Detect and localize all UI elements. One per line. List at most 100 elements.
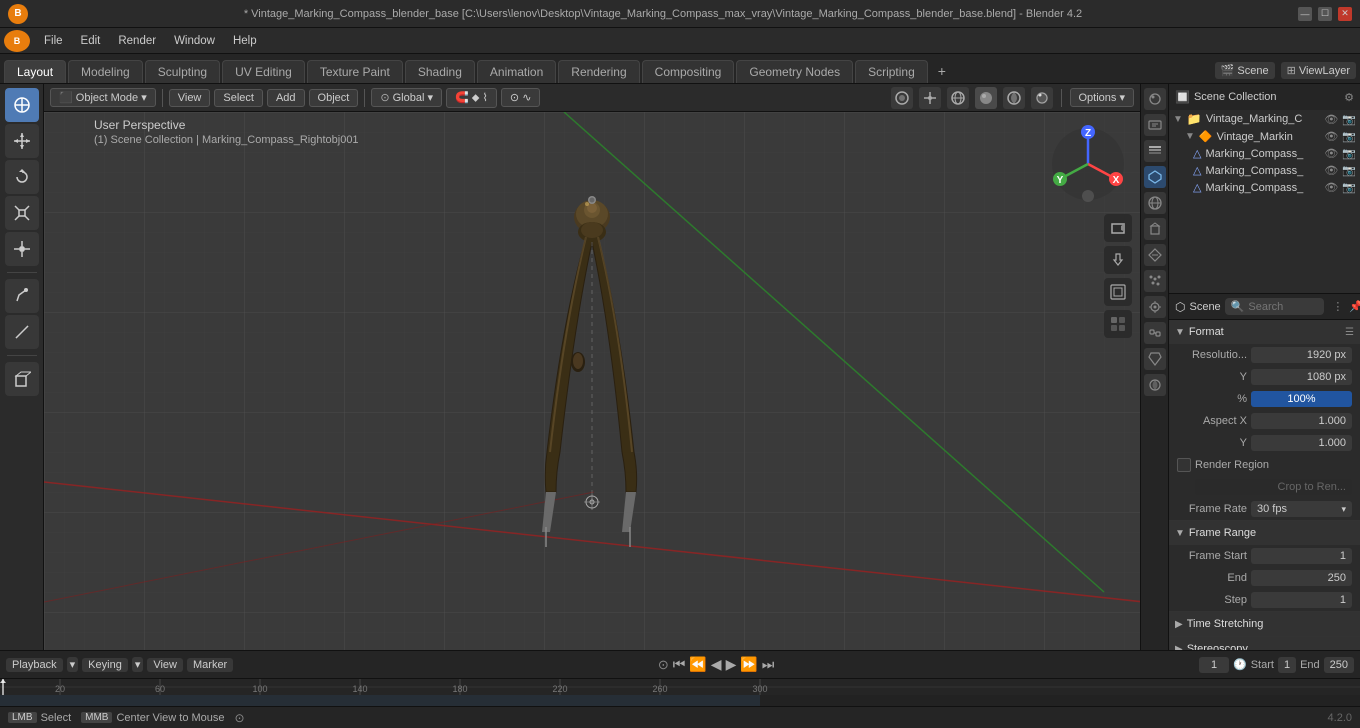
maximize-button[interactable]: ☐ [1318, 7, 1332, 21]
toggle-quad[interactable] [1104, 310, 1132, 338]
particles-icon[interactable] [1144, 270, 1166, 292]
viewport-gizmos[interactable] [919, 87, 941, 109]
menu-file[interactable]: File [36, 33, 71, 49]
proportional-edit[interactable]: ⊙ ∿ [501, 88, 541, 107]
current-frame-field[interactable]: 1 [1199, 657, 1229, 673]
minimize-button[interactable]: — [1298, 7, 1312, 21]
outliner-filter[interactable]: ⚙ [1344, 91, 1354, 104]
stereoscopy-header[interactable]: ▶ Stereoscopy [1169, 637, 1360, 650]
outliner-item-collection[interactable]: ▼ 📁 Vintage_Marking_C 👁 📷 [1169, 110, 1360, 128]
material-properties-icon[interactable] [1144, 374, 1166, 396]
modifiers-icon[interactable] [1144, 244, 1166, 266]
step-forward-button[interactable]: ⏩ [740, 656, 757, 673]
restrict-icon-2[interactable]: 📷 [1342, 130, 1356, 143]
play-button[interactable]: ▶ [726, 656, 737, 673]
resolution-x-value[interactable]: 1920 px [1251, 347, 1352, 363]
resolution-y-value[interactable]: 1080 px [1251, 369, 1352, 385]
frame-rate-select[interactable]: 30 fps ▾ [1251, 501, 1352, 517]
jump-end-button[interactable]: ⏭ [762, 656, 775, 673]
playback-dropdown[interactable]: ▾ [67, 657, 79, 672]
tab-sculpting[interactable]: Sculpting [145, 60, 220, 83]
menu-help[interactable]: Help [225, 33, 265, 49]
menu-render[interactable]: Render [110, 33, 164, 49]
resolution-pct-value[interactable]: 100% [1251, 391, 1352, 407]
output-properties-icon[interactable] [1144, 114, 1166, 136]
view-menu-timeline[interactable]: View [147, 658, 183, 672]
timeline-track[interactable]: 20 60 100 140 180 220 260 300 [0, 678, 1360, 706]
view-menu[interactable]: View [169, 89, 211, 107]
scale-tool[interactable] [5, 196, 39, 230]
visibility-icon[interactable]: 👁 [1324, 113, 1338, 126]
tab-texture-paint[interactable]: Texture Paint [307, 60, 403, 83]
scene-selector[interactable]: 🎬 Scene [1215, 62, 1275, 79]
viewport-overlays[interactable] [891, 87, 913, 109]
tab-modeling[interactable]: Modeling [68, 60, 143, 83]
play-reverse-button[interactable]: ◀ [711, 656, 722, 673]
properties-expand-icon[interactable]: ⋮ [1332, 300, 1343, 313]
tab-layout[interactable]: Layout [4, 60, 66, 83]
visibility-icon-4[interactable]: 👁 [1324, 164, 1338, 177]
outliner-item-mesh3[interactable]: △ Marking_Compass_ 👁 📷 [1169, 179, 1360, 196]
viewport-shading-render[interactable] [1031, 87, 1053, 109]
snap-button[interactable]: 🧲 ⬥ ⌇ [446, 88, 497, 108]
object-properties-icon[interactable] [1144, 218, 1166, 240]
properties-search[interactable]: 🔍 [1225, 298, 1325, 315]
navigation-gizmo[interactable]: Z X Y [1048, 124, 1128, 204]
tab-scripting[interactable]: Scripting [855, 60, 928, 83]
frame-start-value[interactable]: 1 [1251, 548, 1352, 564]
view-layer-properties-icon[interactable] [1144, 140, 1166, 162]
end-frame-field[interactable]: 250 [1324, 657, 1354, 673]
frame-end-value[interactable]: 250 [1251, 570, 1352, 586]
menu-edit[interactable]: Edit [73, 33, 109, 49]
outliner-item-armature[interactable]: ▼ 🔶 Vintage_Markin 👁 📷 [1169, 128, 1360, 145]
restrict-icon-4[interactable]: 📷 [1342, 164, 1356, 177]
transform-tool[interactable] [5, 232, 39, 266]
outliner-item-mesh1[interactable]: △ Marking_Compass_ 👁 📷 [1169, 145, 1360, 162]
viewport-shading-solid[interactable] [975, 87, 997, 109]
constraints-icon[interactable] [1144, 322, 1166, 344]
transform-space[interactable]: ⊙ Global ▾ [371, 88, 442, 107]
camera-icon[interactable]: 📷 [1342, 113, 1356, 126]
mode-selector[interactable]: ⬛ Object Mode ▾ [50, 88, 156, 107]
tl-icon-filter[interactable]: ⊙ [658, 657, 669, 673]
format-section-header[interactable]: ▼ Format ☰ [1169, 320, 1360, 344]
add-cube-tool[interactable] [5, 362, 39, 396]
frame-range-section-header[interactable]: ▼ Frame Range [1169, 521, 1360, 545]
aspect-y-value[interactable]: 1.000 [1251, 435, 1352, 451]
add-workspace-button[interactable]: + [930, 59, 954, 83]
measure-tool[interactable] [5, 315, 39, 349]
crop-render-value[interactable]: Crop to Ren... [1195, 479, 1352, 495]
time-stretching-header[interactable]: ▶ Time Stretching [1169, 612, 1360, 636]
tab-shading[interactable]: Shading [405, 60, 475, 83]
select-menu[interactable]: Select [214, 89, 263, 107]
move-tool[interactable] [5, 124, 39, 158]
playback-menu[interactable]: Playback [6, 658, 63, 672]
start-frame-field[interactable]: 1 [1278, 657, 1296, 673]
scene-properties-icon[interactable] [1144, 166, 1166, 188]
object-menu[interactable]: Object [309, 89, 359, 107]
visibility-icon-3[interactable]: 👁 [1324, 147, 1338, 160]
render-properties-icon[interactable] [1144, 88, 1166, 110]
physics-icon[interactable] [1144, 296, 1166, 318]
viewport-shading-wire[interactable] [947, 87, 969, 109]
visibility-icon-5[interactable]: 👁 [1324, 181, 1338, 194]
aspect-x-value[interactable]: 1.000 [1251, 413, 1352, 429]
properties-pin-icon[interactable]: 📌 [1349, 300, 1360, 313]
zoom-extents[interactable] [1104, 278, 1132, 306]
visibility-icon-2[interactable]: 👁 [1324, 130, 1338, 143]
properties-search-input[interactable] [1248, 301, 1318, 313]
grab-tool[interactable] [1104, 246, 1132, 274]
viewport[interactable]: ⬛ Object Mode ▾ View Select Add Object ⊙… [44, 84, 1140, 650]
annotate-tool[interactable] [5, 279, 39, 313]
world-properties-icon[interactable] [1144, 192, 1166, 214]
close-button[interactable]: ✕ [1338, 7, 1352, 21]
rotate-tool[interactable] [5, 160, 39, 194]
tab-compositing[interactable]: Compositing [642, 60, 735, 83]
restrict-icon-3[interactable]: 📷 [1342, 147, 1356, 160]
tab-geometry-nodes[interactable]: Geometry Nodes [736, 60, 853, 83]
cursor-tool[interactable] [5, 88, 39, 122]
tab-uv-editing[interactable]: UV Editing [222, 60, 305, 83]
marker-menu[interactable]: Marker [187, 658, 233, 672]
menu-window[interactable]: Window [166, 33, 223, 49]
render-region-checkbox[interactable] [1177, 458, 1191, 472]
